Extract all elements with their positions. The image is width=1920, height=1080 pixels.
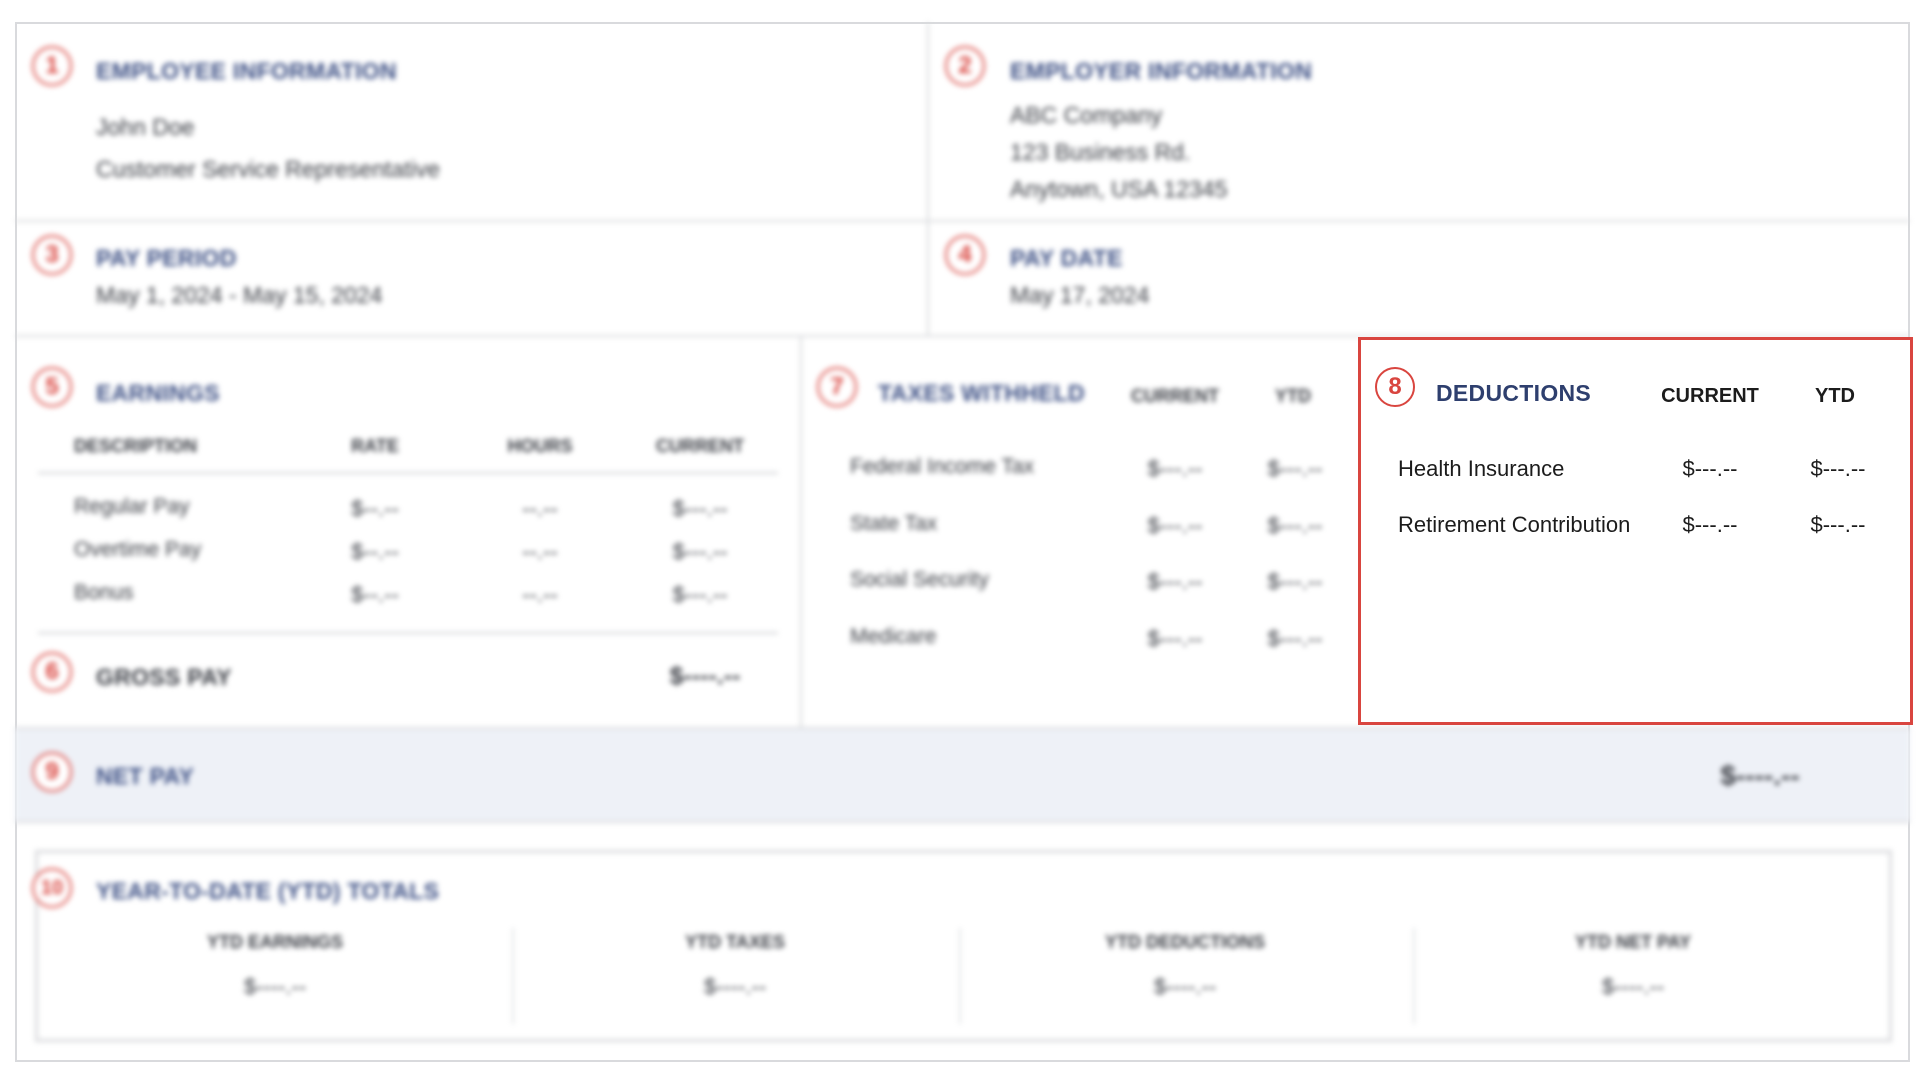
section-number-badge: 9	[32, 752, 72, 792]
taxes-withheld-title: TAXES WITHHELD	[878, 380, 1085, 406]
divider	[512, 928, 514, 1024]
earnings-hours: --.--	[522, 496, 558, 521]
divider	[1413, 928, 1415, 1024]
pay-period-title: PAY PERIOD	[96, 245, 237, 271]
earnings-rate: $--.--	[351, 539, 399, 564]
deduction-current: $---.--	[1682, 456, 1738, 481]
tax-current: $---.--	[1147, 569, 1203, 594]
gross-pay-value: $----.--	[669, 662, 741, 690]
section-number-badge: 8	[1375, 367, 1415, 407]
pay-date-title: PAY DATE	[1010, 245, 1123, 271]
employee-role: Customer Service Representative	[96, 156, 440, 182]
ytd-total-value: $----.--	[243, 974, 307, 999]
net-pay-title: NET PAY	[96, 763, 194, 789]
divider	[15, 220, 1910, 222]
earnings-column-header: DESCRIPTION	[74, 436, 198, 456]
divider	[38, 472, 778, 474]
section-number-badge: 2	[945, 46, 985, 86]
earnings-current: $---.--	[672, 582, 728, 607]
earnings-current: $---.--	[672, 496, 728, 521]
tax-ytd: $---.--	[1267, 626, 1323, 651]
earnings-description: Regular Pay	[74, 495, 190, 518]
earnings-column-header: RATE	[351, 436, 399, 456]
employee-name: John Doe	[96, 114, 195, 140]
employer-information-title: EMPLOYER INFORMATION	[1010, 58, 1313, 84]
deduction-label: Health Insurance	[1398, 456, 1565, 481]
ytd-total-value: $----.--	[703, 974, 767, 999]
deduction-ytd: $---.--	[1810, 512, 1866, 537]
earnings-rate: $--.--	[351, 496, 399, 521]
earnings-description: Bonus	[74, 581, 134, 604]
tax-label: Social Security	[850, 568, 989, 591]
divider	[38, 632, 778, 634]
employer-company: ABC Company	[1010, 102, 1163, 128]
section-number-badge: 1	[32, 46, 72, 86]
earnings-current: $---.--	[672, 539, 728, 564]
tax-current: $---.--	[1147, 513, 1203, 538]
pay-date-value: May 17, 2024	[1010, 282, 1150, 308]
tax-ytd: $---.--	[1267, 569, 1323, 594]
ytd-totals-title: YEAR-TO-DATE (YTD) TOTALS	[96, 878, 440, 904]
earnings-column-header: CURRENT	[656, 436, 744, 456]
deductions-title: DEDUCTIONS	[1436, 380, 1592, 406]
ytd-total-label: YTD NET PAY	[1574, 932, 1692, 952]
taxes-column-ytd: YTD	[1275, 386, 1311, 406]
tax-label: Medicare	[850, 625, 937, 648]
section-number-badge: 3	[32, 235, 72, 275]
net-pay-band	[15, 727, 1910, 823]
earnings-description: Overtime Pay	[74, 538, 202, 561]
divider	[959, 928, 961, 1024]
divider	[927, 22, 929, 336]
taxes-column-current: CURRENT	[1131, 386, 1219, 406]
earnings-rate: $--.--	[351, 582, 399, 607]
tax-current: $---.--	[1147, 456, 1203, 481]
gross-pay-title: GROSS PAY	[96, 664, 232, 690]
earnings-hours: --.--	[522, 582, 558, 607]
deductions-column-ytd: YTD	[1815, 385, 1855, 407]
deduction-current: $---.--	[1682, 512, 1738, 537]
ytd-total-label: YTD DEDUCTIONS	[1104, 932, 1265, 952]
deduction-label: Retirement Contribution	[1398, 512, 1631, 537]
tax-ytd: $---.--	[1267, 456, 1323, 481]
employer-address-line-1: 123 Business Rd.	[1010, 139, 1191, 165]
earnings-title: EARNINGS	[96, 380, 220, 406]
divider	[800, 336, 802, 728]
section-number-badge: 4	[945, 235, 985, 275]
net-pay-value: $----.--	[1720, 760, 1800, 791]
ytd-total-label: YTD TAXES	[685, 932, 785, 952]
pay-period-value: May 1, 2024 - May 15, 2024	[96, 282, 383, 308]
employer-address-line-2: Anytown, USA 12345	[1010, 176, 1228, 202]
section-number-badge: 7	[817, 367, 857, 407]
employee-information-title: EMPLOYEE INFORMATION	[96, 58, 397, 84]
section-number-badge: 10	[32, 868, 72, 908]
deductions-column-current: CURRENT	[1661, 385, 1759, 407]
tax-ytd: $---.--	[1267, 513, 1323, 538]
earnings-column-header: HOURS	[507, 436, 573, 456]
ytd-total-value: $----.--	[1601, 974, 1665, 999]
tax-label: State Tax	[850, 512, 938, 535]
ytd-total-label: YTD EARNINGS	[206, 932, 343, 952]
earnings-hours: --.--	[522, 539, 558, 564]
section-number-badge: 5	[32, 367, 72, 407]
deduction-ytd: $---.--	[1810, 456, 1866, 481]
section-number-badge: 6	[32, 652, 72, 692]
tax-current: $---.--	[1147, 626, 1203, 651]
ytd-total-value: $----.--	[1153, 974, 1217, 999]
tax-label: Federal Income Tax	[850, 455, 1035, 478]
